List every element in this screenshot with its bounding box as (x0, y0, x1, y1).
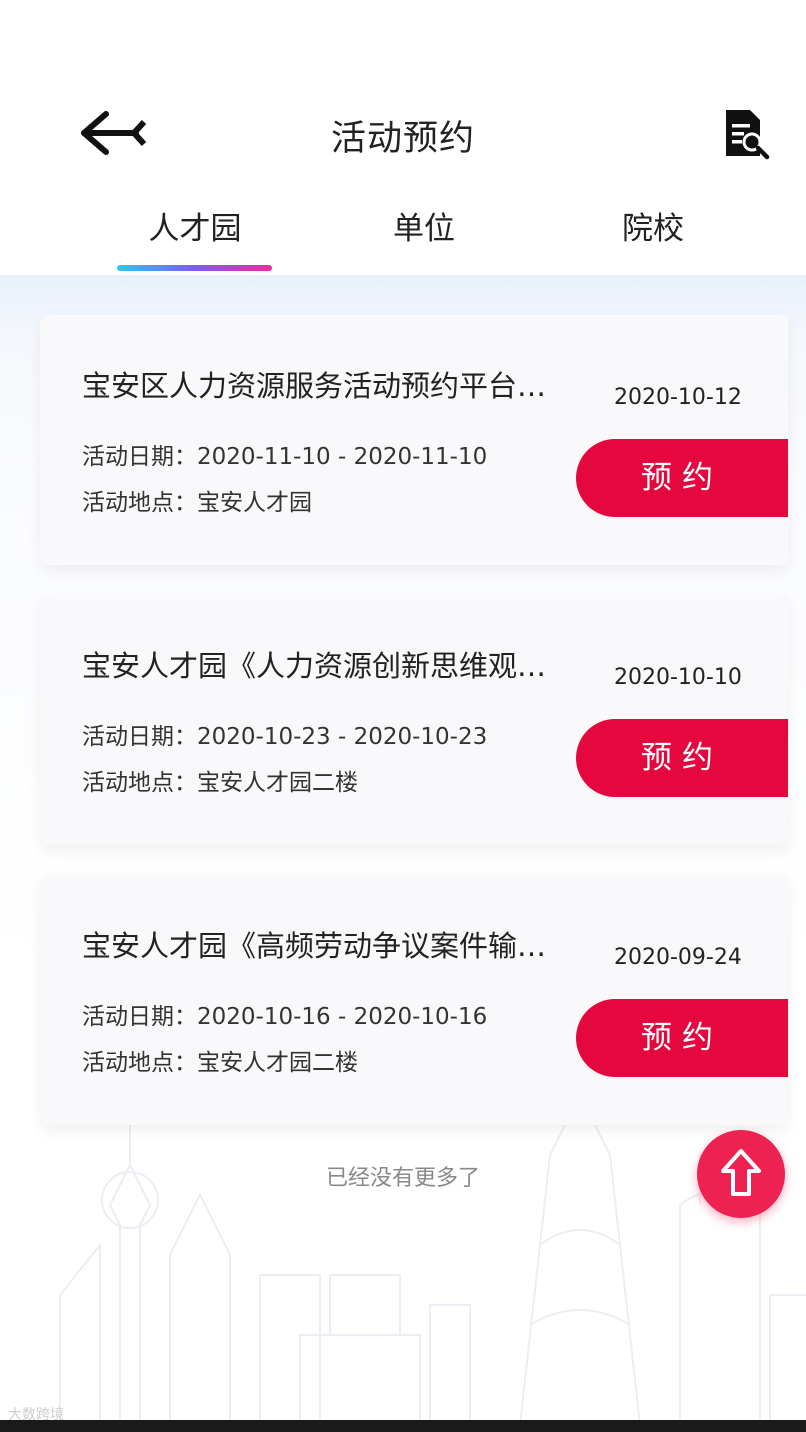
reserve-button[interactable]: 预约 (576, 439, 788, 517)
activity-title: 宝安人才园《人力资源创新思维观… (82, 649, 547, 683)
activity-title: 宝安人才园《高频劳动争议案件输… (82, 929, 547, 963)
reserve-button[interactable]: 预约 (576, 719, 788, 797)
document-button[interactable] (722, 108, 770, 160)
scroll-to-top-button[interactable] (697, 1130, 785, 1218)
activity-title: 宝安区人力资源服务活动预约平台… (82, 369, 547, 403)
arrow-up-icon (721, 1149, 761, 1196)
activity-date-range: 活动日期：2020-10-16 - 2020-10-16 (82, 1004, 488, 1030)
activity-location: 活动地点：宝安人才园二楼 (82, 1050, 358, 1076)
city-skyline-illustration (59, 1095, 806, 1420)
bottom-bar (0, 1420, 806, 1432)
tab-college[interactable]: 院校 (538, 203, 768, 248)
activity-date-range: 活动日期：2020-10-23 - 2020-10-23 (82, 724, 488, 750)
reserve-button[interactable]: 预约 (576, 999, 788, 1077)
tab-active-indicator (117, 265, 272, 271)
activity-list-area: 宝安区人力资源服务活动预约平台… 2020-10-12 活动日期：2020-11… (0, 275, 806, 1420)
activity-date-range: 活动日期：2020-11-10 - 2020-11-10 (82, 444, 488, 470)
activity-publish-date: 2020-09-24 (614, 945, 742, 970)
activity-location: 活动地点：宝安人才园 (82, 490, 312, 516)
tab-talent-park[interactable]: 人才园 (80, 203, 310, 248)
activity-publish-date: 2020-10-12 (614, 385, 742, 410)
activity-location: 活动地点：宝安人才园二楼 (82, 770, 358, 796)
activity-card[interactable]: 宝安人才园《人力资源创新思维观… 2020-10-10 活动日期：2020-10… (40, 595, 788, 845)
activity-card[interactable]: 宝安人才园《高频劳动争议案件输… 2020-09-24 活动日期：2020-10… (40, 875, 788, 1125)
activity-publish-date: 2020-10-10 (614, 665, 742, 690)
tab-company[interactable]: 单位 (309, 203, 539, 248)
activity-card[interactable]: 宝安区人力资源服务活动预约平台… 2020-10-12 活动日期：2020-11… (40, 315, 788, 565)
document-search-icon (726, 110, 770, 160)
no-more-text: 已经没有更多了 (325, 1166, 480, 1191)
page-title: 活动预约 (330, 119, 475, 159)
app-header: 活动预约 人才园 单位 院校 (0, 0, 806, 275)
tab-bar: 人才园 单位 院校 (0, 195, 806, 275)
